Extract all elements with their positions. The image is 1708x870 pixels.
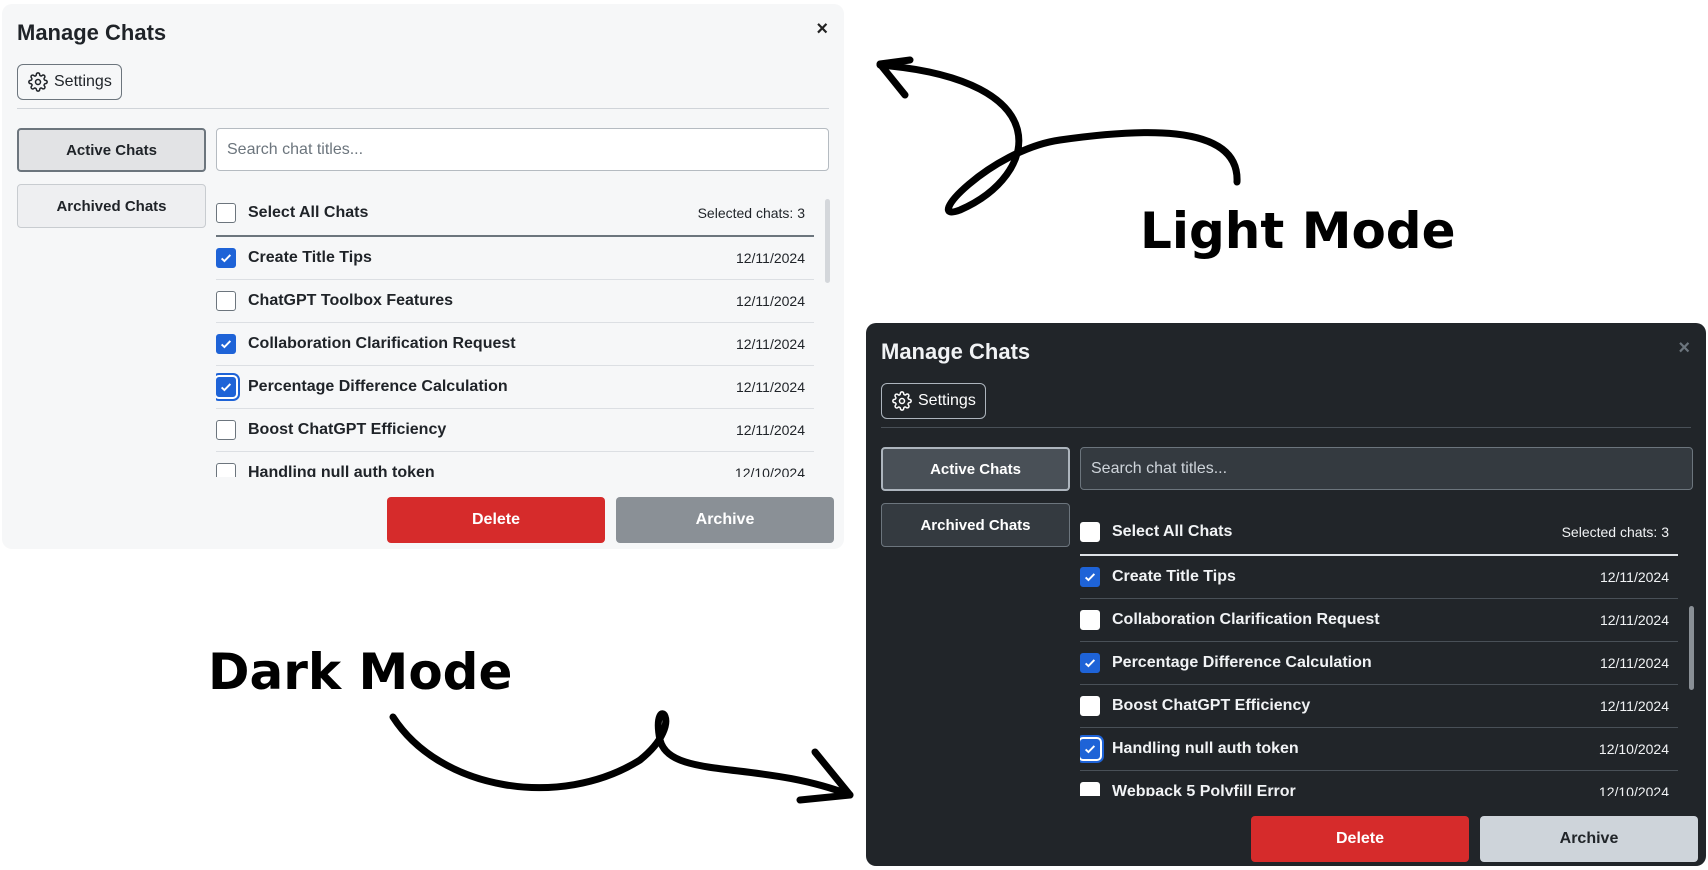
light-mode-arrow	[876, 61, 1241, 216]
list-header: Select All Chats Selected chats: 3	[216, 190, 814, 237]
chat-title: Create Title Tips	[1112, 568, 1236, 585]
archive-button[interactable]: Archive	[1480, 816, 1698, 862]
check-icon	[1084, 573, 1096, 582]
chat-date: 12/11/2024	[735, 293, 805, 309]
chat-checkbox[interactable]	[1080, 696, 1100, 716]
chat-checkbox[interactable]	[216, 291, 236, 311]
chat-checkbox[interactable]	[1080, 782, 1100, 796]
chat-title: Create Title Tips	[248, 249, 372, 266]
chat-checkbox[interactable]	[1080, 567, 1100, 587]
chat-row[interactable]: Collaboration Clarification Request 12/1…	[216, 323, 814, 366]
chat-date: 12/10/2024	[734, 465, 805, 477]
chat-date: 12/11/2024	[1599, 698, 1669, 714]
archive-button[interactable]: Archive	[616, 497, 834, 543]
chat-title: Handling null auth token	[248, 464, 435, 477]
check-icon	[220, 340, 232, 349]
chat-list[interactable]: Create Title Tips 12/11/2024 Collaborati…	[1080, 556, 1678, 796]
chat-row[interactable]: Create Title Tips 12/11/2024	[1080, 556, 1678, 599]
chat-row[interactable]: Percentage Difference Calculation 12/11/…	[1080, 642, 1678, 685]
tab-archived-chats[interactable]: Archived Chats	[881, 503, 1070, 547]
dark-arrow-head-icon	[796, 748, 854, 804]
divider	[881, 427, 1691, 428]
chat-title: Percentage Difference Calculation	[1112, 654, 1372, 671]
chat-title: Handling null auth token	[1112, 740, 1299, 757]
divider	[17, 108, 829, 109]
settings-label: Settings	[918, 392, 976, 409]
search-input[interactable]	[216, 128, 829, 171]
chat-title: Boost ChatGPT Efficiency	[1112, 697, 1311, 714]
chat-checkbox[interactable]	[216, 248, 236, 268]
gear-icon	[892, 391, 912, 411]
panel-title: Manage Chats	[881, 339, 1031, 364]
chat-row[interactable]: Handling null auth token 12/10/2024	[1080, 728, 1678, 771]
chat-title: Boost ChatGPT Efficiency	[248, 421, 447, 438]
chat-title: Webpack 5 Polyfill Error	[1112, 783, 1296, 796]
list-header: Select All Chats Selected chats: 3	[1080, 509, 1678, 556]
chat-date: 12/11/2024	[735, 422, 805, 438]
select-all-checkbox[interactable]	[216, 202, 236, 223]
chat-date: 12/11/2024	[1599, 569, 1669, 585]
tab-active-chats[interactable]: Active Chats	[881, 447, 1070, 491]
search-input[interactable]	[1080, 447, 1693, 490]
light-mode-panel: Manage Chats × Settings Active Chats Arc…	[2, 4, 844, 549]
chat-row[interactable]: Handling null auth token 12/10/2024	[216, 452, 814, 477]
tab-active-chats[interactable]: Active Chats	[17, 128, 206, 172]
delete-button[interactable]: Delete	[1251, 816, 1469, 862]
chat-row[interactable]: Create Title Tips 12/11/2024	[216, 237, 814, 280]
scrollbar[interactable]	[825, 199, 830, 283]
selected-count: Selected chats: 3	[697, 204, 805, 221]
selected-count: Selected chats: 3	[1561, 523, 1669, 540]
chat-date: 12/10/2024	[1598, 784, 1669, 796]
tab-archived-chats[interactable]: Archived Chats	[17, 184, 206, 228]
settings-label: Settings	[54, 73, 112, 90]
select-all-label[interactable]: Select All Chats	[1112, 523, 1232, 541]
dark-mode-annotation: Dark Mode	[208, 643, 513, 701]
close-icon[interactable]: ×	[816, 18, 828, 41]
chat-checkbox[interactable]	[1080, 739, 1100, 759]
scrollbar[interactable]	[1689, 606, 1694, 690]
chat-title: Collaboration Clarification Request	[1112, 611, 1380, 628]
select-all-checkbox[interactable]	[1080, 521, 1100, 542]
select-all-label[interactable]: Select All Chats	[248, 204, 368, 222]
check-icon	[1084, 745, 1096, 754]
chat-date: 12/11/2024	[1599, 612, 1669, 628]
chat-row[interactable]: ChatGPT Toolbox Features 12/11/2024	[216, 280, 814, 323]
chat-checkbox[interactable]	[216, 334, 236, 354]
chat-title: ChatGPT Toolbox Features	[248, 292, 454, 309]
chat-date: 12/11/2024	[735, 336, 805, 352]
check-icon	[220, 383, 232, 392]
chat-title: Percentage Difference Calculation	[248, 378, 508, 395]
chat-checkbox[interactable]	[1080, 653, 1100, 673]
chat-row[interactable]: Webpack 5 Polyfill Error 12/10/2024	[1080, 771, 1678, 796]
chat-checkbox[interactable]	[216, 377, 236, 397]
chat-row[interactable]: Boost ChatGPT Efficiency 12/11/2024	[216, 409, 814, 452]
settings-button[interactable]: Settings	[17, 64, 122, 100]
check-icon	[220, 254, 232, 263]
chat-checkbox[interactable]	[216, 420, 236, 440]
chat-date: 12/11/2024	[735, 250, 805, 266]
settings-button[interactable]: Settings	[881, 383, 986, 419]
chat-title: Collaboration Clarification Request	[248, 335, 516, 352]
close-icon[interactable]: ×	[1678, 337, 1690, 360]
gear-icon	[28, 72, 48, 92]
panel-title: Manage Chats	[17, 20, 167, 45]
chat-checkbox[interactable]	[216, 463, 236, 477]
chat-list[interactable]: Create Title Tips 12/11/2024 ChatGPT Too…	[216, 237, 814, 477]
chat-checkbox[interactable]	[1080, 610, 1100, 630]
chat-row[interactable]: Percentage Difference Calculation 12/11/…	[216, 366, 814, 409]
check-icon	[1084, 659, 1096, 668]
chat-date: 12/10/2024	[1598, 741, 1669, 757]
dark-mode-panel: Manage Chats × Settings Active Chats Arc…	[866, 323, 1706, 866]
chat-row[interactable]: Boost ChatGPT Efficiency 12/11/2024	[1080, 685, 1678, 728]
light-arrow-head-icon	[876, 56, 914, 99]
chat-row[interactable]: Collaboration Clarification Request 12/1…	[1080, 599, 1678, 642]
dark-mode-arrow	[389, 710, 854, 799]
chat-date: 12/11/2024	[735, 379, 805, 395]
delete-button[interactable]: Delete	[387, 497, 605, 543]
chat-date: 12/11/2024	[1599, 655, 1669, 671]
light-mode-annotation: Light Mode	[1140, 202, 1456, 260]
